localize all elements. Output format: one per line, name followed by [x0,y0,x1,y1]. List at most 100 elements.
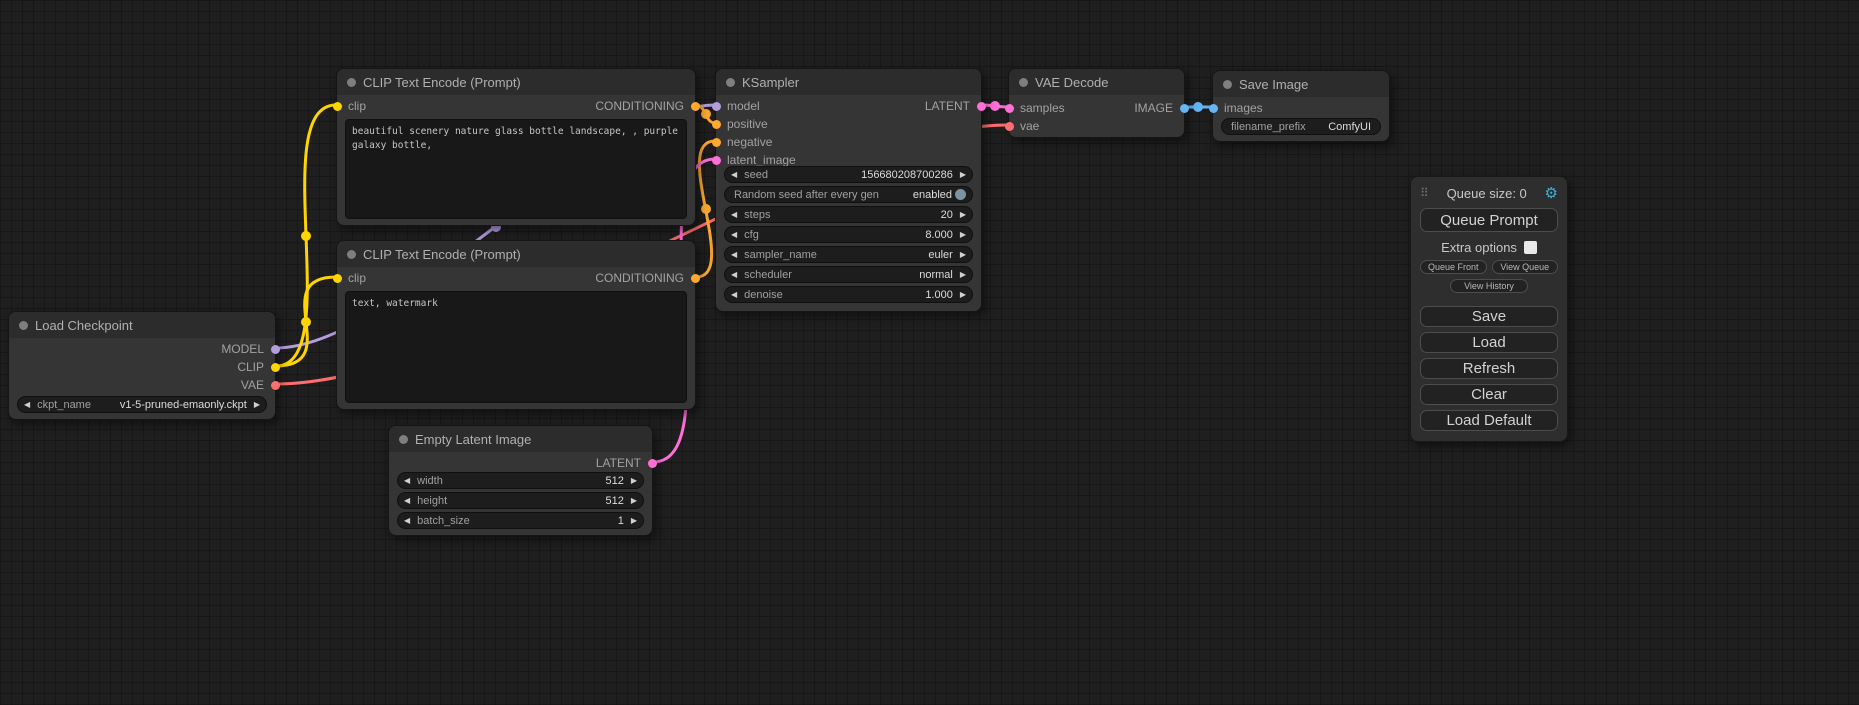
decrement-arrow-icon[interactable]: ◀ [731,231,737,239]
decrement-arrow-icon[interactable]: ◀ [731,251,737,259]
scheduler-widget[interactable]: ◀ scheduler normal ▶ [724,266,973,283]
slot-vae-output[interactable]: VAE [9,376,275,394]
sampler-name-widget[interactable]: ◀ sampler_name euler ▶ [724,246,973,263]
increment-arrow-icon[interactable]: ▶ [631,477,637,485]
clip-output-dot[interactable] [271,363,280,372]
node-title-bar[interactable]: CLIP Text Encode (Prompt) [337,241,695,267]
node-collapse-icon[interactable] [19,321,28,330]
increment-arrow-icon[interactable]: ▶ [254,401,260,409]
batch-size-widget[interactable]: ◀ batch_size 1 ▶ [397,512,644,529]
clip-input-dot[interactable] [333,274,342,283]
model-input-dot[interactable] [712,102,721,111]
decrement-arrow-icon[interactable]: ◀ [731,291,737,299]
widget-value: ComfyUI [1328,121,1371,133]
control-after-generate-widget[interactable]: Random seed after every gen enabled [724,186,973,203]
node-collapse-icon[interactable] [399,435,408,444]
slot-positive-input[interactable]: positive [716,115,981,133]
node-collapse-icon[interactable] [1223,80,1232,89]
slot-clip-output[interactable]: CLIP [9,358,275,376]
negative-input-dot[interactable] [712,138,721,147]
node-save-image[interactable]: Save Image images filename_prefix ComfyU… [1212,70,1390,142]
slot-vae-input[interactable]: vae [1009,117,1184,135]
decrement-arrow-icon[interactable]: ◀ [404,477,410,485]
prompt-textarea[interactable]: text, watermark [345,291,687,403]
queue-prompt-button[interactable]: Queue Prompt [1420,208,1558,232]
increment-arrow-icon[interactable]: ▶ [960,271,966,279]
slot-row[interactable]: samples IMAGE [1009,99,1184,117]
filename-prefix-widget[interactable]: filename_prefix ComfyUI [1221,118,1381,135]
slot-images-input[interactable]: images [1213,99,1389,117]
toggle-ball-icon[interactable] [955,189,966,200]
clip-input-dot[interactable] [333,102,342,111]
slot-model-output[interactable]: MODEL [9,340,275,358]
node-title-bar[interactable]: Load Checkpoint [9,312,275,338]
seed-widget[interactable]: ◀ seed 156680208700286 ▶ [724,166,973,183]
node-empty-latent-image[interactable]: Empty Latent Image LATENT ◀ width 512 ▶ … [388,425,653,536]
slot-row[interactable]: clip CONDITIONING [337,269,695,287]
ckpt-name-widget[interactable]: ◀ ckpt_name v1-5-pruned-emaonly.ckpt ▶ [17,396,267,413]
height-widget[interactable]: ◀ height 512 ▶ [397,492,644,509]
slot-latent-output[interactable]: LATENT [389,454,652,472]
width-widget[interactable]: ◀ width 512 ▶ [397,472,644,489]
node-collapse-icon[interactable] [726,78,735,87]
decrement-arrow-icon[interactable]: ◀ [731,211,737,219]
node-collapse-icon[interactable] [347,250,356,259]
clear-button[interactable]: Clear [1420,384,1558,405]
increment-arrow-icon[interactable]: ▶ [960,171,966,179]
refresh-button[interactable]: Refresh [1420,358,1558,379]
decrement-arrow-icon[interactable]: ◀ [24,401,30,409]
node-title-bar[interactable]: CLIP Text Encode (Prompt) [337,69,695,95]
vae-output-dot[interactable] [271,381,280,390]
decrement-arrow-icon[interactable]: ◀ [404,497,410,505]
increment-arrow-icon[interactable]: ▶ [631,497,637,505]
node-vae-decode[interactable]: VAE Decode samples IMAGE vae [1008,68,1185,138]
samples-input-dot[interactable] [1005,104,1014,113]
conditioning-output-dot[interactable] [691,274,700,283]
slot-row[interactable]: model LATENT [716,97,981,115]
latent-output-dot[interactable] [977,102,986,111]
cfg-widget[interactable]: ◀ cfg 8.000 ▶ [724,226,973,243]
decrement-arrow-icon[interactable]: ◀ [731,271,737,279]
increment-arrow-icon[interactable]: ▶ [960,291,966,299]
decrement-arrow-icon[interactable]: ◀ [731,171,737,179]
node-clip-text-encode-positive[interactable]: CLIP Text Encode (Prompt) clip CONDITION… [336,68,696,226]
latent-image-input-dot[interactable] [712,156,721,165]
node-load-checkpoint[interactable]: Load Checkpoint MODEL CLIP VAE ◀ ckpt_na… [8,311,276,420]
node-clip-text-encode-negative[interactable]: CLIP Text Encode (Prompt) clip CONDITION… [336,240,696,410]
increment-arrow-icon[interactable]: ▶ [960,251,966,259]
node-graph-canvas[interactable]: Load Checkpoint MODEL CLIP VAE ◀ ckpt_na… [0,0,1859,705]
decrement-arrow-icon[interactable]: ◀ [404,517,410,525]
increment-arrow-icon[interactable]: ▶ [960,211,966,219]
view-history-button[interactable]: View History [1450,279,1528,293]
slot-label: clip [348,99,366,113]
view-queue-button[interactable]: View Queue [1492,260,1559,274]
node-title-bar[interactable]: Save Image [1213,71,1389,97]
prompt-textarea[interactable]: beautiful scenery nature glass bottle la… [345,119,687,219]
conditioning-output-dot[interactable] [691,102,700,111]
save-button[interactable]: Save [1420,306,1558,327]
vae-input-dot[interactable] [1005,122,1014,131]
extra-options-checkbox[interactable] [1524,241,1537,254]
slot-row[interactable]: clip CONDITIONING [337,97,695,115]
denoise-widget[interactable]: ◀ denoise 1.000 ▶ [724,286,973,303]
settings-gear-icon[interactable]: ⚙ [1545,186,1558,201]
image-output-dot[interactable] [1180,104,1189,113]
model-output-dot[interactable] [271,345,280,354]
queue-front-button[interactable]: Queue Front [1420,260,1487,274]
increment-arrow-icon[interactable]: ▶ [960,231,966,239]
load-default-button[interactable]: Load Default [1420,410,1558,431]
slot-negative-input[interactable]: negative [716,133,981,151]
node-ksampler[interactable]: KSampler model LATENT positive negative … [715,68,982,312]
node-title-bar[interactable]: VAE Decode [1009,69,1184,95]
latent-output-dot[interactable] [648,459,657,468]
drag-handle-icon[interactable]: ⠿ [1420,186,1429,200]
steps-widget[interactable]: ◀ steps 20 ▶ [724,206,973,223]
node-collapse-icon[interactable] [1019,78,1028,87]
node-collapse-icon[interactable] [347,78,356,87]
positive-input-dot[interactable] [712,120,721,129]
images-input-dot[interactable] [1209,104,1218,113]
increment-arrow-icon[interactable]: ▶ [631,517,637,525]
load-button[interactable]: Load [1420,332,1558,353]
node-title-bar[interactable]: Empty Latent Image [389,426,652,452]
node-title-bar[interactable]: KSampler [716,69,981,95]
